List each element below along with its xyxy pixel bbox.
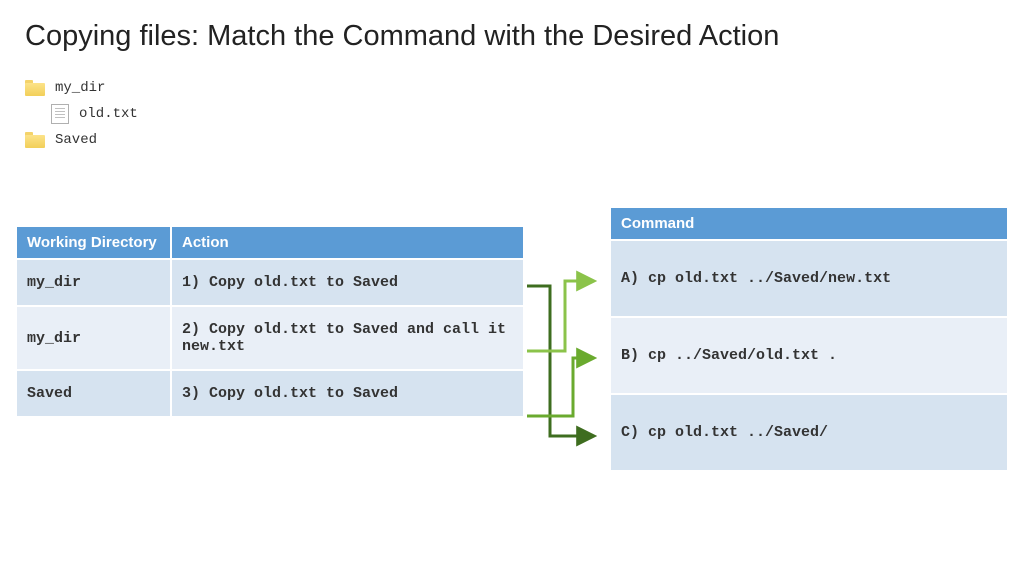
cell-command: B) cp ../Saved/old.txt . bbox=[610, 317, 1008, 394]
cell-command: A) cp old.txt ../Saved/new.txt bbox=[610, 240, 1008, 317]
cmd-letter: B) bbox=[621, 347, 639, 364]
tree-label: my_dir bbox=[55, 80, 105, 96]
cmd-text: cp old.txt ../Saved/new.txt bbox=[648, 270, 891, 287]
table-row: B) cp ../Saved/old.txt . bbox=[610, 317, 1008, 394]
tree-file-oldtxt: old.txt bbox=[25, 101, 999, 127]
table-row: C) cp old.txt ../Saved/ bbox=[610, 394, 1008, 471]
cmd-letter: A) bbox=[621, 270, 639, 287]
table-row: Saved 3) Copy old.txt to Saved bbox=[16, 370, 524, 417]
cmd-text: cp old.txt ../Saved/ bbox=[648, 424, 828, 441]
cell-action: 3) Copy old.txt to Saved bbox=[171, 370, 524, 417]
table-row: my_dir 2) Copy old.txt to Saved and call… bbox=[16, 306, 524, 370]
folder-icon bbox=[25, 132, 45, 148]
file-tree: my_dir old.txt Saved bbox=[25, 75, 999, 153]
file-icon bbox=[51, 104, 69, 124]
command-table: Command A) cp old.txt ../Saved/new.txt B… bbox=[609, 206, 1009, 472]
tree-label: Saved bbox=[55, 132, 97, 148]
cell-wd: Saved bbox=[16, 370, 171, 417]
cmd-letter: C) bbox=[621, 424, 639, 441]
cell-action: 2) Copy old.txt to Saved and call it new… bbox=[171, 306, 524, 370]
folder-icon bbox=[25, 80, 45, 96]
tree-label: old.txt bbox=[79, 106, 138, 122]
table-row: my_dir 1) Copy old.txt to Saved bbox=[16, 259, 524, 306]
cell-wd: my_dir bbox=[16, 259, 171, 306]
tree-folder-saved: Saved bbox=[25, 127, 999, 153]
tree-folder-mydir: my_dir bbox=[25, 75, 999, 101]
action-table: Working Directory Action my_dir 1) Copy … bbox=[15, 225, 525, 418]
table-row: A) cp old.txt ../Saved/new.txt bbox=[610, 240, 1008, 317]
cmd-text: cp ../Saved/old.txt . bbox=[648, 347, 837, 364]
cell-command: C) cp old.txt ../Saved/ bbox=[610, 394, 1008, 471]
col-header-action: Action bbox=[171, 226, 524, 259]
page-title: Copying files: Match the Command with th… bbox=[25, 20, 999, 53]
cell-action: 1) Copy old.txt to Saved bbox=[171, 259, 524, 306]
cell-wd: my_dir bbox=[16, 306, 171, 370]
col-header-wd: Working Directory bbox=[16, 226, 171, 259]
col-header-command: Command bbox=[610, 207, 1008, 240]
